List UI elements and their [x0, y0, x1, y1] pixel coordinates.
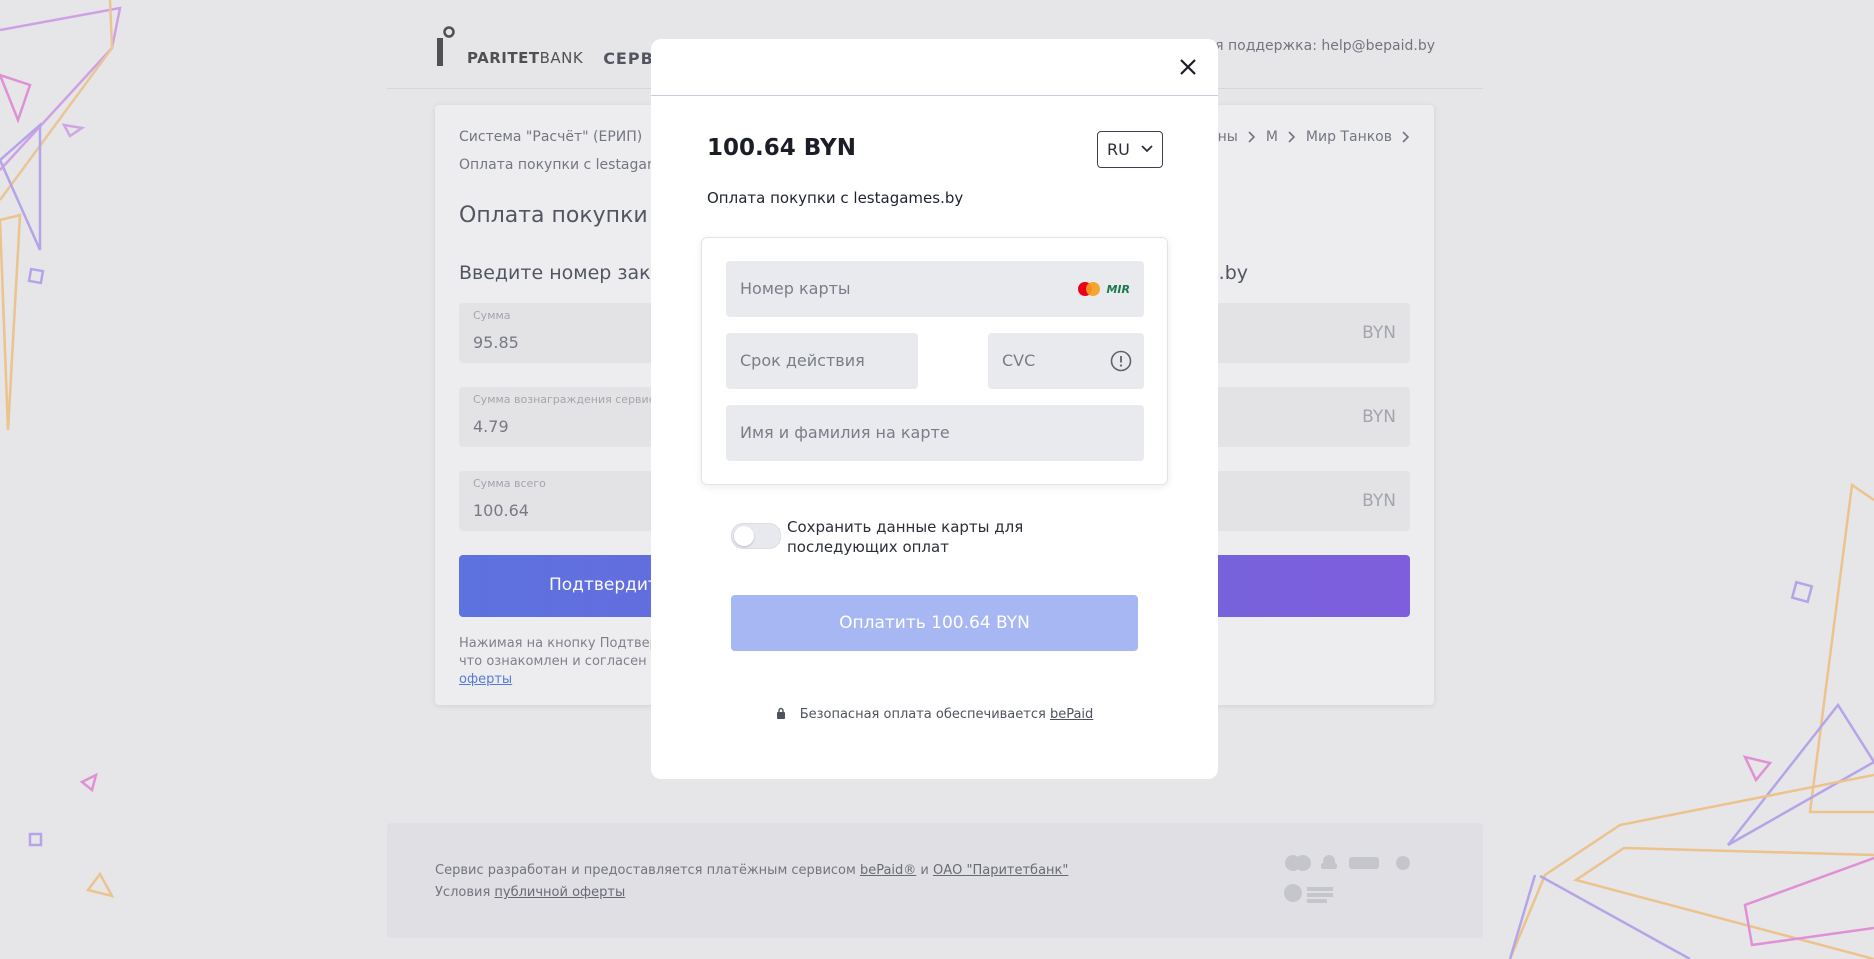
language-select[interactable]: RU [1097, 131, 1163, 168]
language-code: RU [1107, 140, 1130, 159]
cardholder-name-placeholder: Имя и фамилия на карте [740, 423, 950, 442]
payment-description: Оплата покупки с lestagames.by [707, 189, 964, 207]
expiry-placeholder: Срок действия [740, 351, 865, 370]
mir-icon: MIR [1106, 282, 1130, 296]
secure-text: Безопасная оплата обеспечивается [799, 707, 1050, 722]
pay-button[interactable]: Оплатить 100.64 BYN [731, 595, 1138, 651]
save-card-label: Сохранить данные карты для последующих о… [787, 518, 1024, 556]
close-icon[interactable] [1176, 55, 1200, 79]
expiry-field[interactable]: Срок действия [726, 333, 918, 389]
payment-modal: 100.64 BYN RU Оплата покупки с lestagame… [651, 39, 1218, 779]
cardholder-name-field[interactable]: Имя и фамилия на карте [726, 405, 1144, 461]
mastercard-icon [1078, 282, 1101, 296]
cvc-field[interactable]: CVC [988, 333, 1144, 389]
toggle-knob [734, 526, 754, 546]
secure-payment-note: Безопасная оплата обеспечивается bePaid [651, 707, 1218, 722]
card-form: Номер карты MIR Срок действия CVC Имя и … [701, 237, 1168, 485]
chevron-down-icon [1141, 145, 1153, 153]
modal-header [651, 39, 1218, 96]
bepaid-link[interactable]: bePaid [1050, 707, 1093, 722]
save-card-toggle[interactable] [731, 523, 781, 549]
card-number-placeholder: Номер карты [740, 279, 851, 298]
card-number-field[interactable]: Номер карты MIR [726, 261, 1144, 317]
payment-amount: 100.64 BYN [707, 135, 856, 161]
info-icon[interactable] [1110, 350, 1132, 372]
card-brands: MIR [1076, 281, 1130, 297]
cvc-placeholder: CVC [1002, 351, 1036, 370]
lock-icon [776, 707, 785, 719]
